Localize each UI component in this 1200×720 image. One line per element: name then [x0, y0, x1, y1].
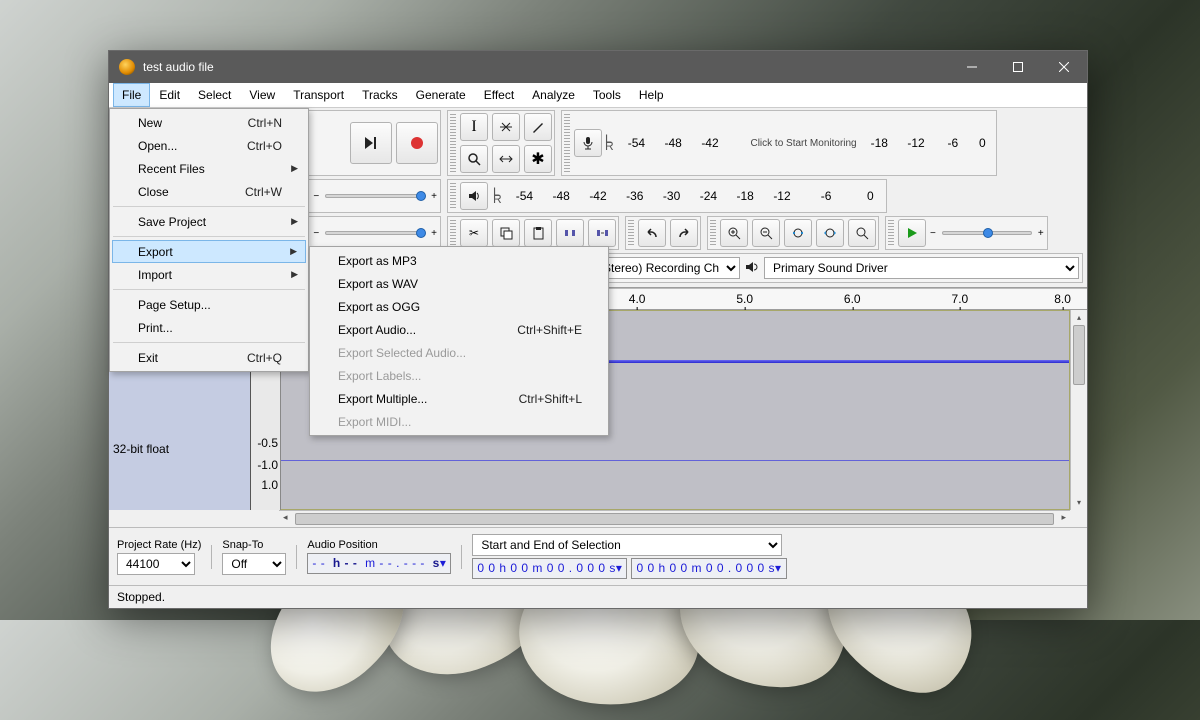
file-menu-export[interactable]: Export▶ [112, 240, 306, 263]
selection-mode-select[interactable]: Start and End of Selection [472, 534, 782, 556]
rec-volume-slider[interactable] [325, 194, 425, 198]
snap-to-label: Snap-To [222, 539, 286, 551]
file-menu-new[interactable]: NewCtrl+N [112, 111, 306, 134]
file-menu-recent[interactable]: Recent Files▶ [112, 157, 306, 180]
speaker-small-icon [744, 259, 760, 278]
app-logo-icon [119, 59, 135, 75]
menu-view[interactable]: View [240, 83, 284, 107]
project-rate-select[interactable]: 44100 [117, 553, 195, 575]
menu-help[interactable]: Help [630, 83, 673, 107]
audio-position-field[interactable]: - - h - - m - - . - - - s▾ [307, 553, 451, 574]
maximize-button[interactable] [995, 51, 1041, 83]
cut-button[interactable]: ✂ [460, 219, 488, 247]
mic-icon[interactable] [574, 129, 602, 157]
output-device-select[interactable]: Primary Sound Driver [764, 257, 1079, 279]
selection-bar: Project Rate (Hz) 44100 Snap-To Off Audi… [109, 527, 1087, 585]
export-audio[interactable]: Export Audio...Ctrl+Shift+E [312, 318, 606, 341]
zoom-out-button[interactable] [752, 219, 780, 247]
export-ogg[interactable]: Export as OGG [312, 295, 606, 318]
file-menu-dropdown: NewCtrl+N Open...Ctrl+O Recent Files▶ Cl… [109, 108, 309, 372]
selection-tool[interactable]: I [460, 113, 488, 141]
menu-generate[interactable]: Generate [407, 83, 475, 107]
app-window: test audio file File Edit Select View Tr… [108, 50, 1088, 609]
horizontal-scrollbar[interactable]: ◂ ▸ [279, 510, 1070, 527]
selection-start-field[interactable]: 0 0 h 0 0 m 0 0 . 0 0 0 s▾ [472, 558, 627, 579]
menu-file[interactable]: File [113, 83, 150, 107]
edit-toolbar: ✂ [447, 216, 619, 250]
envelope-tool[interactable] [492, 113, 520, 141]
menu-effect[interactable]: Effect [475, 83, 523, 107]
playback-meter[interactable]: LR -54 -48 -42 -36 -30 -24 -18 -12 -6 0 [447, 179, 887, 213]
redo-button[interactable] [670, 219, 698, 247]
fit-selection-button[interactable] [784, 219, 812, 247]
export-mp3[interactable]: Export as MP3 [312, 249, 606, 272]
timeshift-tool[interactable] [492, 145, 520, 173]
file-menu-open[interactable]: Open...Ctrl+O [112, 134, 306, 157]
file-menu-print[interactable]: Print... [112, 316, 306, 339]
file-menu-import[interactable]: Import▶ [112, 263, 306, 286]
menu-transport[interactable]: Transport [284, 83, 353, 107]
menu-tools[interactable]: Tools [584, 83, 630, 107]
export-midi: Export MIDI... [312, 410, 606, 433]
fit-project-button[interactable] [816, 219, 844, 247]
speaker-icon[interactable] [460, 182, 488, 210]
zoom-in-button[interactable] [720, 219, 748, 247]
menu-analyze[interactable]: Analyze [523, 83, 584, 107]
draw-tool[interactable] [524, 113, 552, 141]
copy-button[interactable] [492, 219, 520, 247]
status-text: Stopped. [117, 590, 165, 604]
paste-button[interactable] [524, 219, 552, 247]
file-menu-save-project[interactable]: Save Project▶ [112, 210, 306, 233]
audio-position-label: Audio Position [307, 539, 451, 551]
zoom-tool[interactable] [460, 145, 488, 173]
silence-button[interactable] [588, 219, 616, 247]
title-bar: test audio file [109, 51, 1087, 83]
status-bar: Stopped. [109, 585, 1087, 608]
file-menu-page-setup[interactable]: Page Setup... [112, 293, 306, 316]
export-selected-audio: Export Selected Audio... [312, 341, 606, 364]
zoom-toggle-button[interactable] [848, 219, 876, 247]
play-volume-slider[interactable] [325, 231, 425, 235]
file-menu-close[interactable]: CloseCtrl+W [112, 180, 306, 203]
monitor-message[interactable]: Click to Start Monitoring [750, 138, 856, 149]
track-format-label: 32-bit float [113, 442, 246, 456]
project-rate-label: Project Rate (Hz) [117, 539, 201, 551]
export-wav[interactable]: Export as WAV [312, 272, 606, 295]
window-title: test audio file [143, 60, 949, 74]
export-submenu: Export as MP3 Export as WAV Export as OG… [309, 246, 609, 436]
minimize-button[interactable] [949, 51, 995, 83]
play-speed-slider[interactable] [942, 231, 1032, 235]
menu-bar: File Edit Select View Transport Tracks G… [109, 83, 1087, 108]
menu-select[interactable]: Select [189, 83, 240, 107]
vertical-scrollbar[interactable]: ▴ ▾ [1070, 310, 1087, 510]
skip-end-button[interactable] [350, 122, 392, 164]
menu-tracks[interactable]: Tracks [353, 83, 407, 107]
snap-to-select[interactable]: Off [222, 553, 286, 575]
trim-button[interactable] [556, 219, 584, 247]
menu-edit[interactable]: Edit [150, 83, 189, 107]
zoom-toolbar [707, 216, 879, 250]
undo-toolbar [625, 216, 701, 250]
undo-button[interactable] [638, 219, 666, 247]
selection-end-field[interactable]: 0 0 h 0 0 m 0 0 . 0 0 0 s▾ [631, 558, 786, 579]
export-multiple[interactable]: Export Multiple...Ctrl+Shift+L [312, 387, 606, 410]
record-button[interactable] [396, 122, 438, 164]
play-at-speed-button[interactable] [898, 219, 926, 247]
tools-toolbar: I ✱ [447, 110, 555, 176]
play-speed-toolbar: − + [885, 216, 1048, 250]
close-button[interactable] [1041, 51, 1087, 83]
file-menu-exit[interactable]: ExitCtrl+Q [112, 346, 306, 369]
export-labels: Export Labels... [312, 364, 606, 387]
multi-tool[interactable]: ✱ [524, 145, 552, 173]
recording-meter[interactable]: LR -54 -48 -42 Click to Start Monitoring… [561, 110, 997, 176]
